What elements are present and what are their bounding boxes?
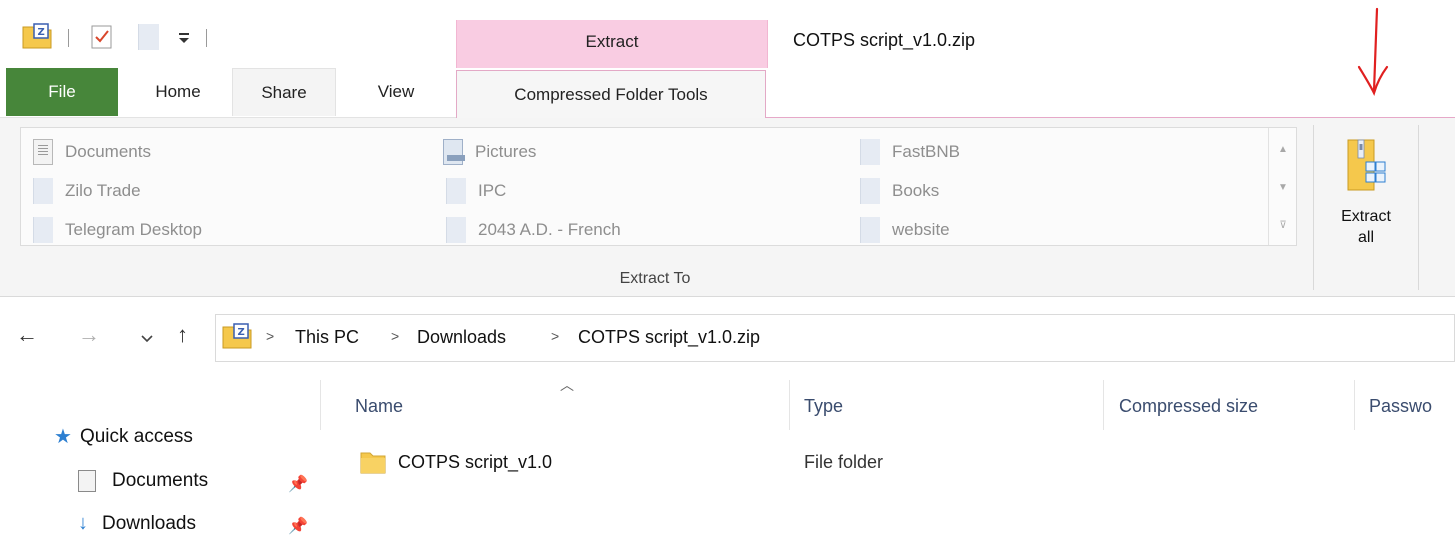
documents-icon — [33, 139, 53, 165]
extract-destination[interactable]: FastBNB — [860, 137, 960, 167]
extract-destination[interactable]: Telegram Desktop — [33, 215, 202, 245]
download-arrow-icon: ↓ — [78, 512, 88, 534]
svg-text:Z: Z — [38, 27, 45, 38]
tab-home[interactable]: Home — [126, 68, 230, 116]
extract-all-button[interactable]: Extract all — [1318, 128, 1414, 258]
extract-destination[interactable]: Pictures — [443, 137, 536, 167]
extract-all-icon — [1347, 139, 1386, 191]
gallery-expand-icon[interactable]: ⊽ — [1269, 220, 1297, 231]
pin-icon[interactable]: 📌 — [288, 474, 308, 494]
documents-icon — [78, 470, 96, 492]
breadcrumb-separator-icon[interactable]: > — [551, 328, 559, 344]
extract-destination[interactable]: website — [860, 215, 950, 245]
red-arrow-down-icon — [1357, 7, 1389, 96]
pin-icon[interactable]: 📌 — [288, 516, 308, 536]
file-name: COTPS script_v1.0 — [398, 452, 553, 472]
extract-destination[interactable]: Books — [860, 176, 939, 206]
extract-destination[interactable]: Documents — [33, 137, 151, 167]
column-header-type[interactable]: Type — [804, 396, 843, 417]
tab-compressed-folder-tools[interactable]: Compressed Folder Tools — [456, 70, 766, 118]
star-icon: ★ — [54, 426, 72, 448]
svg-text:Z: Z — [238, 327, 245, 338]
nav-quick-access[interactable]: ★ Quick access — [54, 424, 193, 449]
extract-destination[interactable]: IPC — [446, 176, 506, 206]
breadcrumb-separator-icon[interactable]: > — [391, 328, 399, 344]
folder-icon — [446, 217, 466, 243]
context-tab-header: Extract — [456, 20, 768, 68]
context-tab-header-label: Extract — [585, 32, 639, 51]
customize-dropdown-icon[interactable] — [177, 30, 191, 46]
forward-button[interactable]: → — [78, 322, 100, 348]
breadcrumb-this-pc[interactable]: This PC — [295, 327, 359, 348]
folder-icon — [446, 178, 466, 204]
sort-ascending-icon: ︿ — [560, 377, 574, 393]
gallery-scrollbar[interactable]: ▲ ▼ ⊽ — [1268, 128, 1297, 245]
extract-to-gallery — [20, 127, 1297, 246]
up-button[interactable]: ↑ — [177, 322, 188, 348]
new-folder-icon[interactable] — [138, 24, 159, 50]
file-type: File folder — [804, 452, 884, 472]
folder-icon — [33, 178, 53, 204]
tab-share[interactable]: Share — [232, 68, 336, 116]
column-header-name[interactable]: Name — [355, 396, 403, 417]
nav-item-downloads[interactable]: ↓ Downloads — [78, 512, 196, 535]
tab-view[interactable]: View — [344, 68, 448, 116]
breadcrumb-zip[interactable]: COTPS script_v1.0.zip — [578, 327, 760, 348]
folder-icon — [860, 139, 880, 165]
folder-icon — [33, 217, 53, 243]
zip-folder-icon: Z — [222, 323, 252, 349]
tab-file[interactable]: File — [6, 68, 118, 116]
zip-folder-icon[interactable]: Z — [22, 23, 52, 49]
column-header-compressed-size[interactable]: Compressed size — [1119, 396, 1258, 417]
column-header-password[interactable]: Passwo — [1369, 396, 1432, 417]
window-title: COTPS script_v1.0.zip — [793, 30, 976, 50]
extract-destination[interactable]: Zilo Trade — [33, 176, 141, 206]
recent-locations-chevron-icon[interactable] — [140, 334, 154, 344]
folder-icon — [360, 452, 386, 474]
breadcrumb-separator-icon[interactable]: > — [266, 328, 274, 344]
folder-icon — [860, 217, 880, 243]
breadcrumb-downloads[interactable]: Downloads — [417, 327, 506, 348]
extract-destination[interactable]: 2043 A.D. - French — [446, 215, 621, 245]
scroll-down-icon[interactable]: ▼ — [1269, 182, 1297, 193]
folder-icon — [860, 178, 880, 204]
group-label-extract-to: Extract To — [619, 270, 691, 287]
scroll-up-icon[interactable]: ▲ — [1269, 144, 1297, 155]
back-button[interactable]: ← — [16, 322, 38, 348]
address-bar[interactable]: Z > This PC > Downloads > COTPS script_v… — [215, 314, 1455, 362]
nav-item-documents[interactable]: Documents — [78, 470, 208, 492]
pictures-icon — [443, 139, 465, 165]
properties-icon[interactable] — [90, 24, 114, 50]
